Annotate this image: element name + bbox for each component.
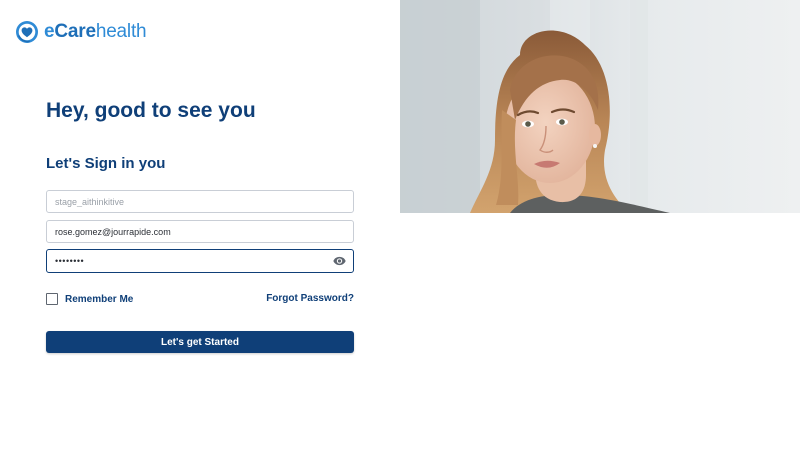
sign-in-subtitle: Let's Sign in you [46,155,166,172]
eye-icon[interactable] [332,254,347,268]
brand-name-prefix: e [44,21,55,42]
woman-portrait-photo [400,0,800,213]
username-input[interactable] [46,190,354,213]
brand-name-health: health [95,21,147,42]
checkbox-box[interactable] [46,293,58,305]
remember-me-checkbox[interactable]: Remember Me [46,293,133,305]
login-page: eCarehealth Hey, good to see you Let's S… [0,0,800,450]
email-input[interactable] [46,220,354,243]
brand-name-care: Care [54,21,96,42]
heart-shield-icon [16,21,38,43]
password-field[interactable] [46,249,354,273]
brand-name: eCarehealth [44,20,147,44]
remember-me-label: Remember Me [65,293,134,305]
get-started-button[interactable]: Let's get Started [46,331,354,353]
forgot-password-link[interactable]: Forgot Password? [266,293,354,304]
page-title: Hey, good to see you [46,99,256,122]
brand-logo: eCarehealth [15,20,147,44]
password-input[interactable] [47,250,327,271]
